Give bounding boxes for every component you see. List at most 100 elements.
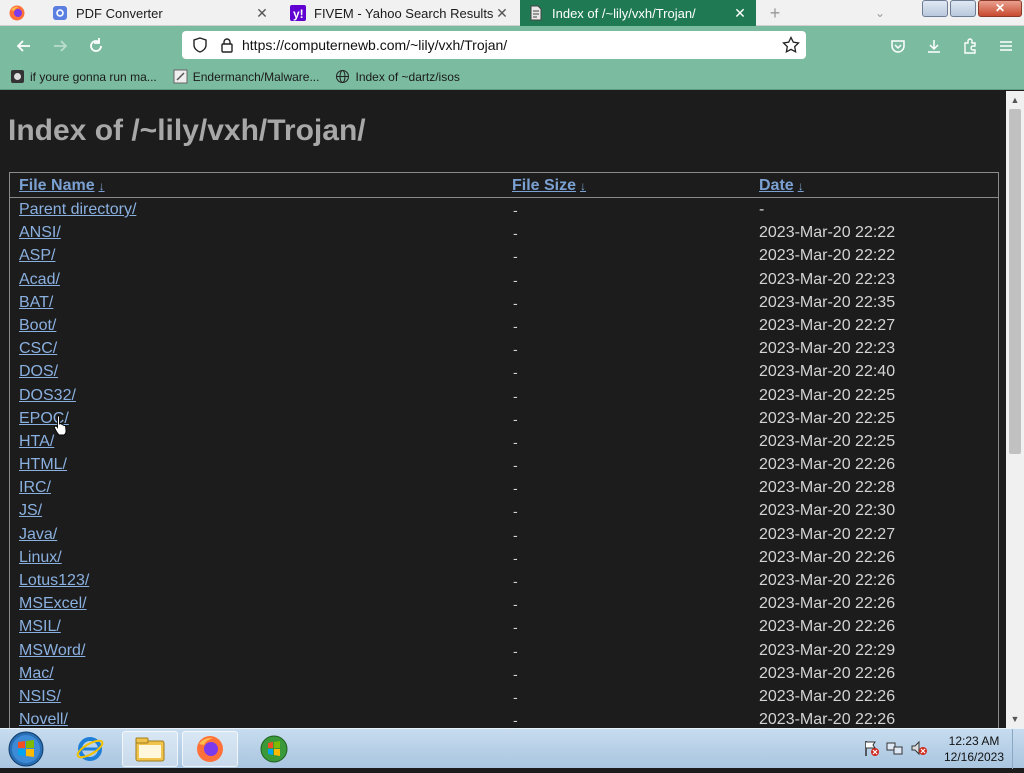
directory-link[interactable]: HTML/ (19, 456, 67, 474)
directory-link[interactable]: ASP/ (19, 247, 55, 265)
scroll-up-arrow-icon[interactable]: ▲ (1006, 93, 1024, 107)
minimize-button[interactable] (922, 0, 948, 17)
date-cell: 2023-Mar-20 22:27 (759, 316, 896, 334)
list-all-tabs-icon[interactable]: ⌄ (870, 3, 890, 23)
bookmarks-toolbar: if youre gonna run ma... Endermanch/Malw… (0, 64, 1024, 90)
sort-by-date-link[interactable]: Date ↓ (759, 177, 804, 195)
table-row: Novell/ - 2023-Mar-20 22:26 (10, 708, 998, 728)
column-label: Date (759, 177, 794, 194)
table-row: IRC/ - 2023-Mar-20 22:28 (10, 476, 998, 499)
url-text[interactable]: https://computernewb.com/~lily/vxh/Troja… (242, 37, 507, 53)
bookmark-star-icon[interactable] (782, 36, 800, 54)
bookmark-item[interactable]: Index of ~dartz/isos (335, 69, 460, 84)
bookmark-item[interactable]: Endermanch/Malware... (173, 69, 319, 84)
network-icon[interactable] (886, 739, 906, 757)
table-row: Mac/ - 2023-Mar-20 22:26 (10, 662, 998, 685)
windows-taskbar: 12:23 AM 12/16/2023 (0, 728, 1024, 769)
directory-link[interactable]: DOS/ (19, 363, 58, 381)
directory-link[interactable]: Novell/ (19, 711, 68, 728)
date-cell: 2023-Mar-20 22:25 (759, 409, 896, 427)
directory-link[interactable]: Lotus123/ (19, 572, 89, 590)
new-tab-icon[interactable]: + (765, 3, 785, 23)
sort-by-file-size-link[interactable]: File Size ↓ (512, 177, 586, 195)
vertical-scrollbar[interactable]: ▲ ▼ (1006, 91, 1024, 728)
windows-explorer-taskbar-button[interactable] (122, 731, 178, 767)
date-cell: 2023-Mar-20 22:26 (759, 595, 896, 613)
close-tab-icon[interactable]: ✕ (494, 5, 510, 21)
file-size-cell: - (513, 480, 518, 497)
reload-icon[interactable] (84, 34, 108, 58)
bookmark-page-icon (11, 70, 24, 83)
table-row: NSIS/ - 2023-Mar-20 22:26 (10, 685, 998, 708)
close-tab-icon[interactable]: ✕ (254, 5, 270, 21)
show-desktop-button[interactable] (1012, 729, 1024, 769)
hand-cursor-icon (53, 415, 67, 436)
extensions-icon[interactable] (952, 34, 988, 58)
date-cell: 2023-Mar-20 22:35 (759, 293, 896, 311)
table-row: CSC/ - 2023-Mar-20 22:23 (10, 337, 998, 360)
directory-link[interactable]: Mac/ (19, 665, 54, 683)
bookmark-item[interactable]: if youre gonna run ma... (10, 69, 157, 84)
tab-pdf-converter[interactable]: PDF Converter ✕ (44, 0, 278, 26)
parent-directory-row: Parent directory/ - - (10, 198, 998, 221)
directory-link[interactable]: Acad/ (19, 271, 60, 289)
directory-link[interactable]: Boot/ (19, 317, 56, 335)
maximize-button[interactable] (950, 0, 976, 17)
directory-link[interactable]: Linux/ (19, 549, 62, 567)
firefox-taskbar-button[interactable] (182, 731, 238, 767)
back-icon[interactable] (12, 34, 36, 58)
date-cell: 2023-Mar-20 22:23 (759, 270, 896, 288)
close-tab-icon[interactable]: ✕ (732, 5, 748, 21)
internet-explorer-taskbar-button[interactable] (62, 731, 118, 767)
windows-media-center-taskbar-button[interactable] (246, 731, 302, 767)
sort-by-file-name-link[interactable]: File Name ↓ (19, 177, 105, 195)
date-cell: 2023-Mar-20 22:25 (759, 432, 896, 450)
table-row: Java/ - 2023-Mar-20 22:27 (10, 523, 998, 546)
directory-link[interactable]: CSC/ (19, 340, 57, 358)
pocket-icon[interactable] (880, 34, 916, 58)
table-row: HTML/ - 2023-Mar-20 22:26 (10, 453, 998, 476)
windows-start-orb-icon (8, 731, 44, 767)
date-cell: 2023-Mar-20 22:27 (759, 525, 896, 543)
taskbar-clock[interactable]: 12:23 AM 12/16/2023 (942, 733, 1006, 765)
sort-arrow-icon: ↓ (98, 179, 105, 193)
directory-link[interactable]: NSIS/ (19, 688, 61, 706)
firefox-view-icon[interactable] (8, 4, 26, 22)
tab-index-trojan[interactable]: Index of /~lily/vxh/Trojan/ ✕ (520, 0, 756, 26)
directory-link[interactable]: MSExcel/ (19, 595, 87, 613)
tab-title: FIVEM - Yahoo Search Results (314, 5, 494, 21)
directory-link[interactable]: DOS32/ (19, 387, 76, 405)
action-center-flag-icon[interactable] (862, 739, 882, 757)
date-cell: 2023-Mar-20 22:30 (759, 502, 896, 520)
scrollbar-thumb[interactable] (1009, 109, 1021, 454)
date-cell: 2023-Mar-20 22:22 (759, 224, 896, 242)
directory-link[interactable]: JS/ (19, 502, 42, 520)
directory-link[interactable]: HTA/ (19, 433, 54, 451)
start-button[interactable] (6, 730, 46, 768)
url-bar[interactable]: https://computernewb.com/~lily/vxh/Troja… (182, 31, 806, 59)
window-close-button[interactable]: ✕ (978, 0, 1022, 17)
directory-link[interactable]: MSWord/ (19, 642, 85, 660)
table-body: Parent directory/ - - ANSI/ - 2023-Mar-20 22:… (10, 198, 998, 728)
date-cell: 2023-Mar-20 22:26 (759, 618, 896, 636)
tracking-protection-shield-icon[interactable] (192, 37, 208, 53)
directory-link[interactable]: IRC/ (19, 479, 51, 497)
forward-icon[interactable] (48, 34, 72, 58)
directory-link[interactable]: MSIL/ (19, 618, 61, 636)
directory-link[interactable]: BAT/ (19, 294, 53, 312)
windows-explorer-icon (135, 737, 165, 762)
scroll-down-arrow-icon[interactable]: ▼ (1006, 712, 1024, 726)
internet-explorer-icon (76, 737, 104, 761)
file-size-cell: - (513, 364, 518, 381)
downloads-icon[interactable] (916, 34, 952, 58)
directory-link[interactable]: ANSI/ (19, 224, 61, 242)
tab-yahoo-search[interactable]: y! FIVEM - Yahoo Search Results ✕ (282, 0, 518, 26)
volume-muted-icon[interactable] (910, 739, 930, 757)
lock-icon[interactable] (220, 37, 234, 53)
sort-arrow-icon: ↓ (797, 179, 804, 193)
parent-directory-link[interactable]: Parent directory/ (19, 201, 136, 219)
hamburger-menu-icon[interactable] (988, 34, 1024, 58)
file-size-cell: - (513, 387, 518, 404)
column-label: File Size (512, 177, 577, 194)
directory-link[interactable]: Java/ (19, 526, 57, 544)
